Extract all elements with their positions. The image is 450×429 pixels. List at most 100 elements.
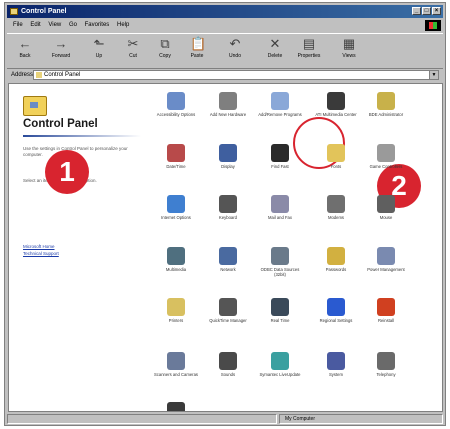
find-fast-icon xyxy=(271,144,289,162)
cut-button[interactable]: ✂ Cut xyxy=(119,36,147,60)
link-microsoft-home[interactable]: Microsoft Home xyxy=(23,244,55,250)
webview-left-pane: Control Panel Use the settings in Contro… xyxy=(9,84,145,411)
cp-item-symantec-liveupdate[interactable]: Symantec LiveUpdate xyxy=(255,352,305,377)
cp-item-ati-multimedia-center[interactable]: ATI Multimedia Center xyxy=(311,92,361,117)
cut-icon: ✂ xyxy=(127,36,139,51)
cp-item-users[interactable]: Users xyxy=(151,402,201,411)
folder-icon xyxy=(10,8,18,15)
cp-item-odbc-data-sources-32bit[interactable]: ODBC Data Sources (32bit) xyxy=(255,247,305,277)
cp-item-find-fast[interactable]: Find Fast xyxy=(255,144,305,169)
menu-file[interactable]: File xyxy=(13,22,23,28)
cp-item-label: Display xyxy=(221,164,235,169)
passwords-icon xyxy=(327,247,345,265)
address-dropdown-button[interactable]: ▼ xyxy=(429,71,438,79)
cp-item-label: Symantec LiveUpdate xyxy=(259,372,301,377)
cp-item-label: BDE Administrator xyxy=(368,112,404,117)
cp-item-printers[interactable]: Printers xyxy=(151,298,201,323)
odbc-data-sources-32bit-icon xyxy=(271,247,289,265)
system-icon xyxy=(327,352,345,370)
cp-item-display[interactable]: Display xyxy=(203,144,253,169)
regional-settings-icon xyxy=(327,298,345,316)
status-text: My Computer xyxy=(285,416,316,422)
control-panel-small-icon xyxy=(36,72,42,78)
fonts-icon xyxy=(327,144,345,162)
real-time-icon xyxy=(271,298,289,316)
menu-help[interactable]: Help xyxy=(117,22,129,28)
cp-item-regional-settings[interactable]: Regional Settings xyxy=(311,298,361,323)
undo-button[interactable]: ↶ Undo xyxy=(221,37,249,60)
date-time-icon xyxy=(167,144,185,162)
cp-item-label: ATI Multimedia Center xyxy=(315,112,357,117)
delete-button[interactable]: ✕ Delete xyxy=(261,36,289,60)
cp-item-telephony[interactable]: Telephony xyxy=(361,352,411,377)
cp-item-label: Keyboard xyxy=(219,215,237,220)
cp-item-internet-options[interactable]: Internet Options xyxy=(151,195,201,220)
cp-item-label: Network xyxy=(220,267,236,272)
cp-item-accessibility-options[interactable]: Accessibility Options xyxy=(151,92,201,117)
add-remove-programs-icon xyxy=(271,92,289,110)
cp-item-passwords[interactable]: Passwords xyxy=(311,247,361,272)
cp-item-keyboard[interactable]: Keyboard xyxy=(203,195,253,220)
toolbar: ← Back → Forward ⬑ Up ✂ Cut ⧉ Copy 📋 Paste ↶ Un… xyxy=(7,33,443,69)
cp-item-game-controllers[interactable]: Game Controllers xyxy=(361,144,411,169)
cp-item-add-new-hardware[interactable]: Add New Hardware xyxy=(203,92,253,117)
menu-favorites[interactable]: Favorites xyxy=(85,22,110,28)
content-area: Control Panel Use the settings in Contro… xyxy=(8,83,443,412)
status-cell-main xyxy=(7,414,277,424)
views-icon: ▦ xyxy=(342,36,356,51)
cp-item-sounds[interactable]: Sounds xyxy=(203,352,253,377)
printers-icon xyxy=(167,298,185,316)
window-title: Control Panel xyxy=(21,8,67,15)
keyboard-icon xyxy=(219,195,237,213)
close-button[interactable]: × xyxy=(432,7,441,15)
cp-item-label: Telephony xyxy=(376,372,396,377)
up-button[interactable]: ⬑ Up xyxy=(85,37,113,60)
cp-item-multimedia[interactable]: Multimedia xyxy=(151,247,201,272)
cp-item-scanners-and-cameras[interactable]: Scanners and Cameras xyxy=(151,352,201,377)
cp-item-mouse[interactable]: Mouse xyxy=(361,195,411,220)
paste-button[interactable]: 📋 Paste xyxy=(183,36,211,60)
delete-icon: ✕ xyxy=(269,36,281,51)
maximize-button[interactable]: □ xyxy=(422,7,431,15)
mouse-icon xyxy=(377,195,395,213)
cp-item-label: ODBC Data Sources (32bit) xyxy=(260,267,300,277)
minimize-button[interactable]: _ xyxy=(412,7,421,15)
views-button[interactable]: ▦ Views xyxy=(335,36,363,60)
cp-item-fonts[interactable]: Fonts xyxy=(311,144,361,169)
cp-item-power-management[interactable]: Power Management xyxy=(361,247,411,272)
forward-button[interactable]: → Forward xyxy=(47,36,75,60)
properties-button[interactable]: ▤ Properties xyxy=(295,37,323,60)
copy-icon: ⧉ xyxy=(160,36,170,51)
address-input[interactable]: Control Panel ▼ xyxy=(33,70,439,80)
menu-go[interactable]: Go xyxy=(69,22,77,28)
cp-item-network[interactable]: Network xyxy=(203,247,253,272)
cp-item-reinstall[interactable]: Reinstall xyxy=(361,298,411,323)
forward-arrow-icon: → xyxy=(54,36,68,51)
cp-item-system[interactable]: System xyxy=(311,352,361,377)
cp-item-label: Mail and Fax xyxy=(268,215,292,220)
cp-item-quicktime-manager[interactable]: QuickTime Manager xyxy=(203,298,253,323)
link-technical-support[interactable]: Technical Support xyxy=(23,251,59,257)
cp-item-label: Find Fast xyxy=(271,164,289,169)
cp-item-modems[interactable]: Modems xyxy=(311,195,361,220)
back-button[interactable]: ← Back xyxy=(11,37,39,60)
users-icon xyxy=(167,402,185,411)
title-bar[interactable]: Control Panel _ □ × xyxy=(7,5,443,18)
cp-item-label: Power Management xyxy=(367,267,405,272)
cp-item-real-time[interactable]: Real Time xyxy=(255,298,305,323)
paste-icon: 📋 xyxy=(190,36,207,51)
cp-item-label: Passwords xyxy=(325,267,347,272)
address-label: Address xyxy=(11,72,34,78)
mail-and-fax-icon xyxy=(271,195,289,213)
bde-administrator-icon xyxy=(377,92,395,110)
sounds-icon xyxy=(219,352,237,370)
menu-view[interactable]: View xyxy=(48,22,61,28)
internet-options-icon xyxy=(167,195,185,213)
cp-item-label: Printers xyxy=(168,318,184,323)
cp-item-mail-and-fax[interactable]: Mail and Fax xyxy=(255,195,305,220)
cp-item-bde-administrator[interactable]: BDE Administrator xyxy=(361,92,411,117)
menu-edit[interactable]: Edit xyxy=(30,22,40,28)
cp-item-add-remove-programs[interactable]: Add/Remove Programs xyxy=(255,92,305,117)
copy-button[interactable]: ⧉ Copy xyxy=(151,36,179,60)
cp-item-date-time[interactable]: Date/Time xyxy=(151,144,201,169)
